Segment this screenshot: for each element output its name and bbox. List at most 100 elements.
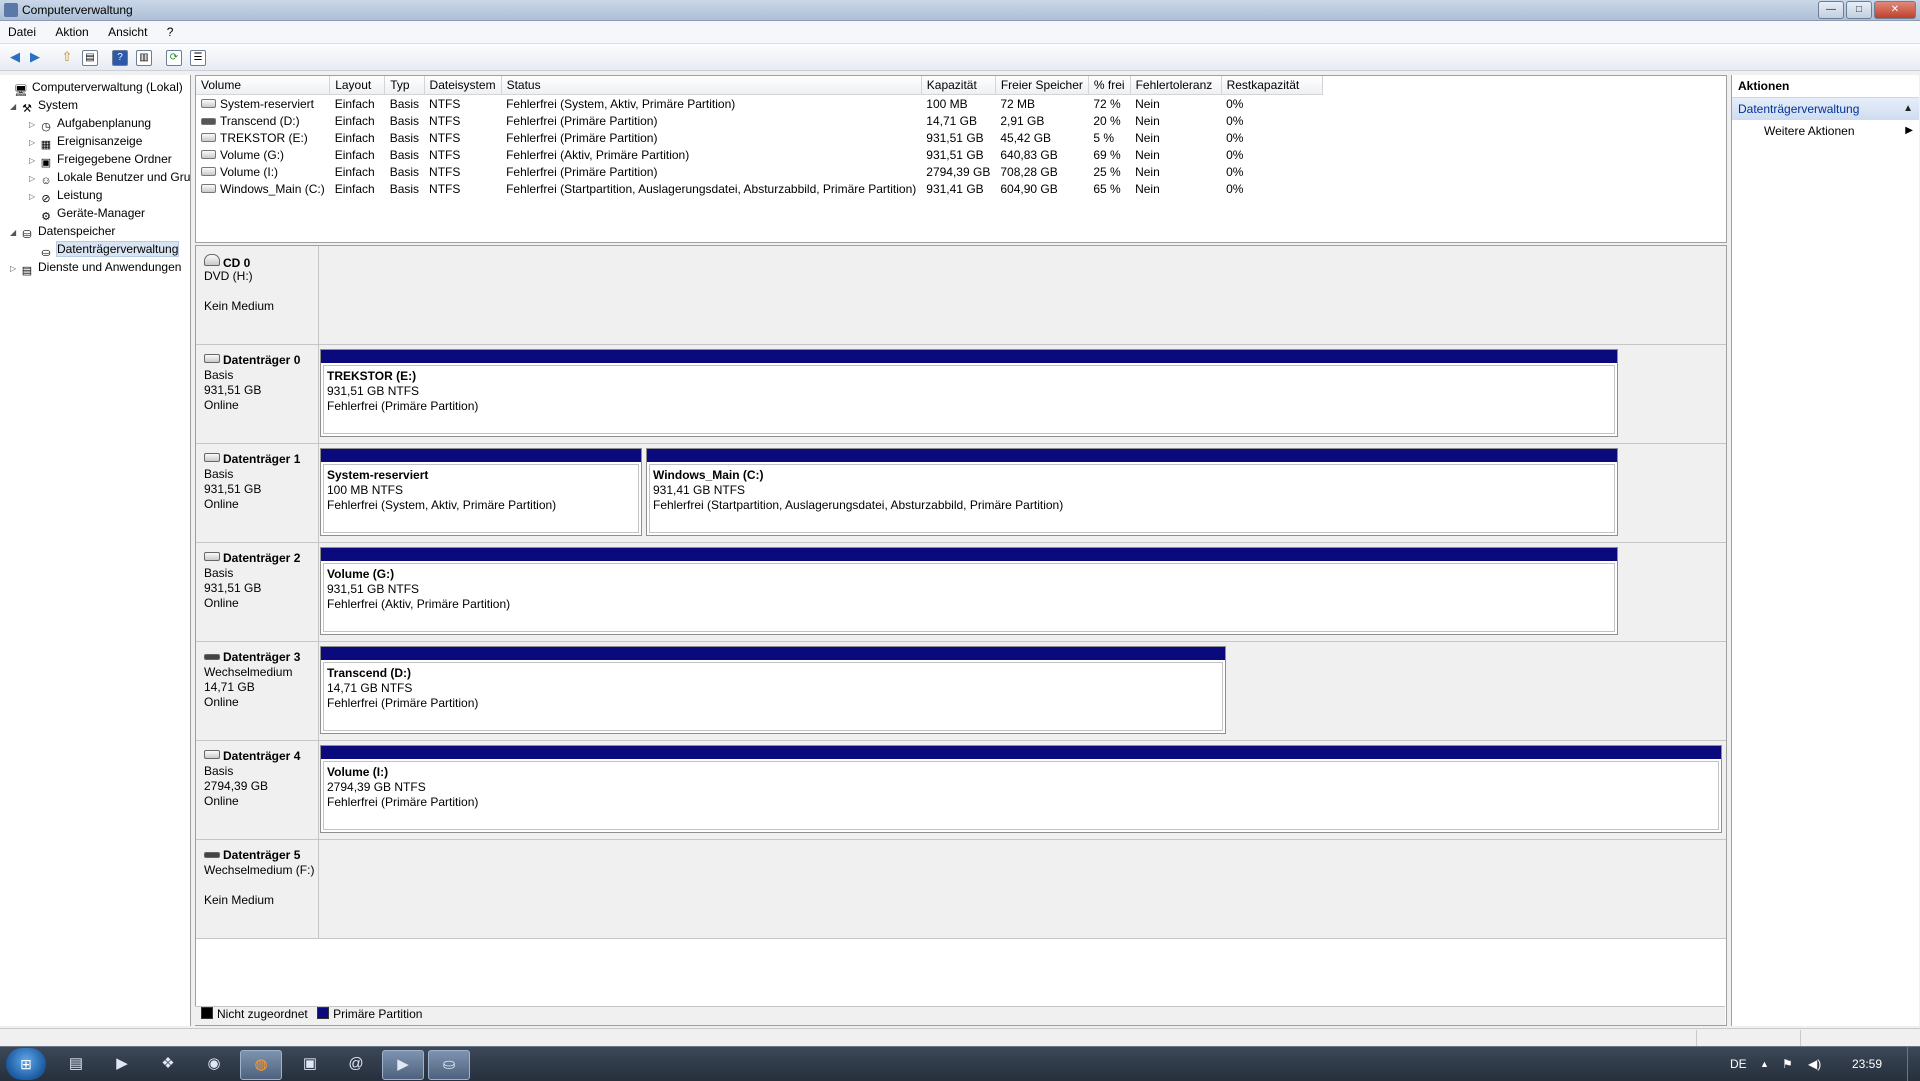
action-center-flag-icon[interactable]: ⚑ bbox=[1782, 1047, 1793, 1081]
partition-volume-i[interactable]: Volume (I:) 2794,39 GB NTFS Fehlerfrei (… bbox=[320, 745, 1722, 833]
table-row[interactable]: TREKSTOR (E:) Einfach Basis NTFS Fehlerf… bbox=[196, 129, 1322, 146]
partition-windows-main-c[interactable]: Windows_Main (C:) 931,41 GB NTFS Fehlerf… bbox=[646, 448, 1618, 536]
table-row[interactable]: Windows_Main (C:) Einfach Basis NTFS Feh… bbox=[196, 180, 1322, 197]
column-header-typ[interactable]: Typ bbox=[384, 76, 425, 95]
disk-info[interactable]: Datenträger 0 Basis 931,51 GB Online bbox=[196, 345, 319, 443]
menu-datei[interactable]: Datei bbox=[0, 21, 44, 43]
taskbar-app-3[interactable]: ❖ bbox=[148, 1050, 188, 1078]
actions-section-header[interactable]: Datenträgerverwaltung ▲ bbox=[1732, 98, 1919, 120]
table-row[interactable]: Transcend (D:) Einfach Basis NTFS Fehler… bbox=[196, 112, 1322, 129]
cell-volume: TREKSTOR (E:) bbox=[220, 130, 308, 145]
partition-trekstor-e[interactable]: TREKSTOR (E:) 931,51 GB NTFS Fehlerfrei … bbox=[320, 349, 1618, 437]
column-header-layout[interactable]: Layout bbox=[329, 76, 386, 95]
back-arrow-icon[interactable]: ◀ bbox=[6, 48, 24, 66]
disk-graphical-view[interactable]: CD 0 DVD (H:) Kein Medium Datenträger 0 … bbox=[195, 245, 1727, 1026]
disk-info[interactable]: Datenträger 3 Wechselmedium 14,71 GB Onl… bbox=[196, 642, 319, 740]
title-bar[interactable]: Computerverwaltung — □ ✕ bbox=[0, 0, 1920, 21]
taskbar-app-explorer[interactable]: ▤ bbox=[56, 1050, 96, 1078]
minimize-button[interactable]: — bbox=[1818, 1, 1844, 19]
taskbar-app-6[interactable]: ▣ bbox=[290, 1050, 330, 1078]
tree-item-ereignisanzeige[interactable]: ▷ ▦ Ereignisanzeige bbox=[29, 132, 142, 151]
cell-status: Fehlerfrei (Aktiv, Primäre Partition) bbox=[506, 147, 690, 162]
tree-item-freigegebene-ordner[interactable]: ▷ ▣ Freigegebene Ordner bbox=[29, 150, 172, 169]
disk-info[interactable]: Datenträger 1 Basis 931,51 GB Online bbox=[196, 444, 319, 542]
taskbar-app-media-player[interactable]: ▶ bbox=[102, 1050, 142, 1078]
show-hidden-icons-icon[interactable]: ▲ bbox=[1760, 1047, 1769, 1081]
table-row[interactable]: Volume (G:) Einfach Basis NTFS Fehlerfre… bbox=[196, 146, 1322, 163]
disk-row-3[interactable]: Datenträger 3 Wechselmedium 14,71 GB Onl… bbox=[196, 642, 1726, 741]
maximize-button[interactable]: □ bbox=[1846, 1, 1872, 19]
taskbar-app-4[interactable]: ◉ bbox=[194, 1050, 234, 1078]
tree-item-dienste-anwendungen[interactable]: ▷ ▤ Dienste und Anwendungen bbox=[10, 258, 181, 278]
show-desktop-button[interactable] bbox=[1907, 1047, 1920, 1081]
cell-kapazitaet: 931,41 GB bbox=[926, 181, 984, 196]
properties-icon[interactable]: ☰ bbox=[190, 50, 206, 66]
disk-info[interactable]: CD 0 DVD (H:) Kein Medium bbox=[196, 246, 319, 344]
disk-row-1[interactable]: Datenträger 1 Basis 931,51 GB Online Sys… bbox=[196, 444, 1726, 543]
cell-kapazitaet: 931,51 GB bbox=[926, 147, 984, 162]
disk-info[interactable]: Datenträger 5 Wechselmedium (F:) Kein Me… bbox=[196, 840, 319, 938]
show-hide-console-tree-icon[interactable]: ▤ bbox=[82, 50, 98, 66]
volume-speaker-icon[interactable]: ◀) bbox=[1808, 1047, 1821, 1081]
volume-list[interactable]: Volume Layout Typ Dateisystem Status Kap… bbox=[195, 75, 1727, 243]
tree-item-datentraegerverwaltung[interactable]: ⛀ Datenträgerverwaltung bbox=[29, 240, 180, 259]
expand-arrow-icon[interactable]: ▷ bbox=[10, 260, 20, 278]
partition-name: Volume (G:) bbox=[327, 567, 395, 581]
tree-item-label: Leistung bbox=[57, 188, 103, 202]
collapse-arrow-icon[interactable]: ◢ bbox=[10, 224, 20, 242]
taskbar-app-firefox[interactable]: ◍ bbox=[240, 1050, 282, 1080]
tree-item-label: Lokale Benutzer und Gruppen bbox=[57, 170, 191, 184]
tree-item-system[interactable]: ◢ ⚒ System bbox=[10, 96, 78, 116]
taskbar-app-7[interactable]: @ bbox=[336, 1050, 376, 1078]
disk-info[interactable]: Datenträger 2 Basis 931,51 GB Online bbox=[196, 543, 319, 641]
partition-body bbox=[323, 365, 1615, 434]
tree-item-datenspeicher[interactable]: ◢ ⛁ Datenspeicher bbox=[10, 222, 115, 242]
partition-transcend-d[interactable]: Transcend (D:) 14,71 GB NTFS Fehlerfrei … bbox=[320, 646, 1226, 734]
disk-row-cd0[interactable]: CD 0 DVD (H:) Kein Medium bbox=[196, 246, 1726, 345]
cell-restkapazitaet: 0% bbox=[1226, 147, 1244, 162]
partition-system-reserviert[interactable]: System-reserviert 100 MB NTFS Fehlerfrei… bbox=[320, 448, 642, 536]
disk-info[interactable]: Datenträger 4 Basis 2794,39 GB Online bbox=[196, 741, 319, 839]
table-row[interactable]: System-reserviert Einfach Basis NTFS Feh… bbox=[196, 95, 1322, 113]
menu-help[interactable]: ? bbox=[159, 21, 182, 43]
disk-row-2[interactable]: Datenträger 2 Basis 931,51 GB Online Vol… bbox=[196, 543, 1726, 642]
language-indicator[interactable]: DE bbox=[1730, 1047, 1747, 1081]
help-icon[interactable]: ? bbox=[112, 50, 128, 66]
collapse-arrow-icon[interactable]: ◢ bbox=[10, 98, 20, 116]
start-button[interactable]: ⊞ bbox=[6, 1048, 46, 1080]
up-folder-icon[interactable]: ⇧ bbox=[58, 48, 76, 66]
column-header-status[interactable]: Status bbox=[501, 76, 922, 95]
partition-status: Fehlerfrei (Primäre Partition) bbox=[327, 399, 479, 413]
menu-ansicht[interactable]: Ansicht bbox=[100, 21, 155, 43]
refresh-icon[interactable]: ⟳ bbox=[166, 50, 182, 66]
column-header-dateisystem[interactable]: Dateisystem bbox=[424, 76, 502, 95]
menu-aktion[interactable]: Aktion bbox=[47, 21, 96, 43]
partition-volume-g[interactable]: Volume (G:) 931,51 GB NTFS Fehlerfrei (A… bbox=[320, 547, 1618, 635]
taskbar-app-computer-management[interactable]: ⛀ bbox=[428, 1050, 470, 1080]
column-header-restkapazitaet[interactable]: Restkapazität bbox=[1221, 76, 1323, 95]
forward-arrow-icon[interactable]: ▶ bbox=[26, 48, 44, 66]
disk-row-5[interactable]: Datenträger 5 Wechselmedium (F:) Kein Me… bbox=[196, 840, 1726, 939]
disk-row-0[interactable]: Datenträger 0 Basis 931,51 GB Online TRE… bbox=[196, 345, 1726, 444]
column-header-volume[interactable]: Volume bbox=[196, 76, 331, 95]
tree-item-computer-management[interactable]: 🖥 Computerverwaltung (Lokal) bbox=[4, 78, 183, 97]
taskbar-app-8[interactable]: ▶ bbox=[382, 1050, 424, 1080]
column-header-prozent-frei[interactable]: % frei bbox=[1088, 76, 1131, 95]
collapse-up-icon[interactable]: ▲ bbox=[1903, 98, 1913, 120]
more-actions-item[interactable]: Weitere Aktionen ▶ bbox=[1732, 120, 1919, 142]
partition-name: TREKSTOR (E:) bbox=[327, 369, 417, 383]
table-row[interactable]: Volume (I:) Einfach Basis NTFS Fehlerfre… bbox=[196, 163, 1322, 180]
tree-item-aufgabenplanung[interactable]: ▷ ◷ Aufgabenplanung bbox=[29, 114, 151, 133]
show-hide-action-pane-icon[interactable]: ▥ bbox=[136, 50, 152, 66]
disk-row-4[interactable]: Datenträger 4 Basis 2794,39 GB Online Vo… bbox=[196, 741, 1726, 840]
column-header-kapazitaet[interactable]: Kapazität bbox=[921, 76, 996, 95]
console-tree[interactable]: 🖥 Computerverwaltung (Lokal) ◢ ⚒ System ▷ ◷ A… bbox=[0, 75, 191, 1026]
column-header-fehlertoleranz[interactable]: Fehlertoleranz bbox=[1130, 76, 1222, 95]
tree-item-geraete-manager[interactable]: ⚙ Geräte-Manager bbox=[29, 204, 145, 223]
tree-item-lokale-benutzer[interactable]: ▷☺Lokale Benutzer und Gruppen bbox=[29, 168, 191, 187]
system-clock[interactable]: 23:59 bbox=[1852, 1047, 1882, 1081]
tree-item-leistung[interactable]: ▷ ⊘ Leistung bbox=[29, 186, 103, 205]
column-header-freier-speicher[interactable]: Freier Speicher bbox=[995, 76, 1089, 95]
close-button[interactable]: ✕ bbox=[1874, 1, 1916, 19]
disk-empty-area bbox=[319, 840, 1726, 938]
